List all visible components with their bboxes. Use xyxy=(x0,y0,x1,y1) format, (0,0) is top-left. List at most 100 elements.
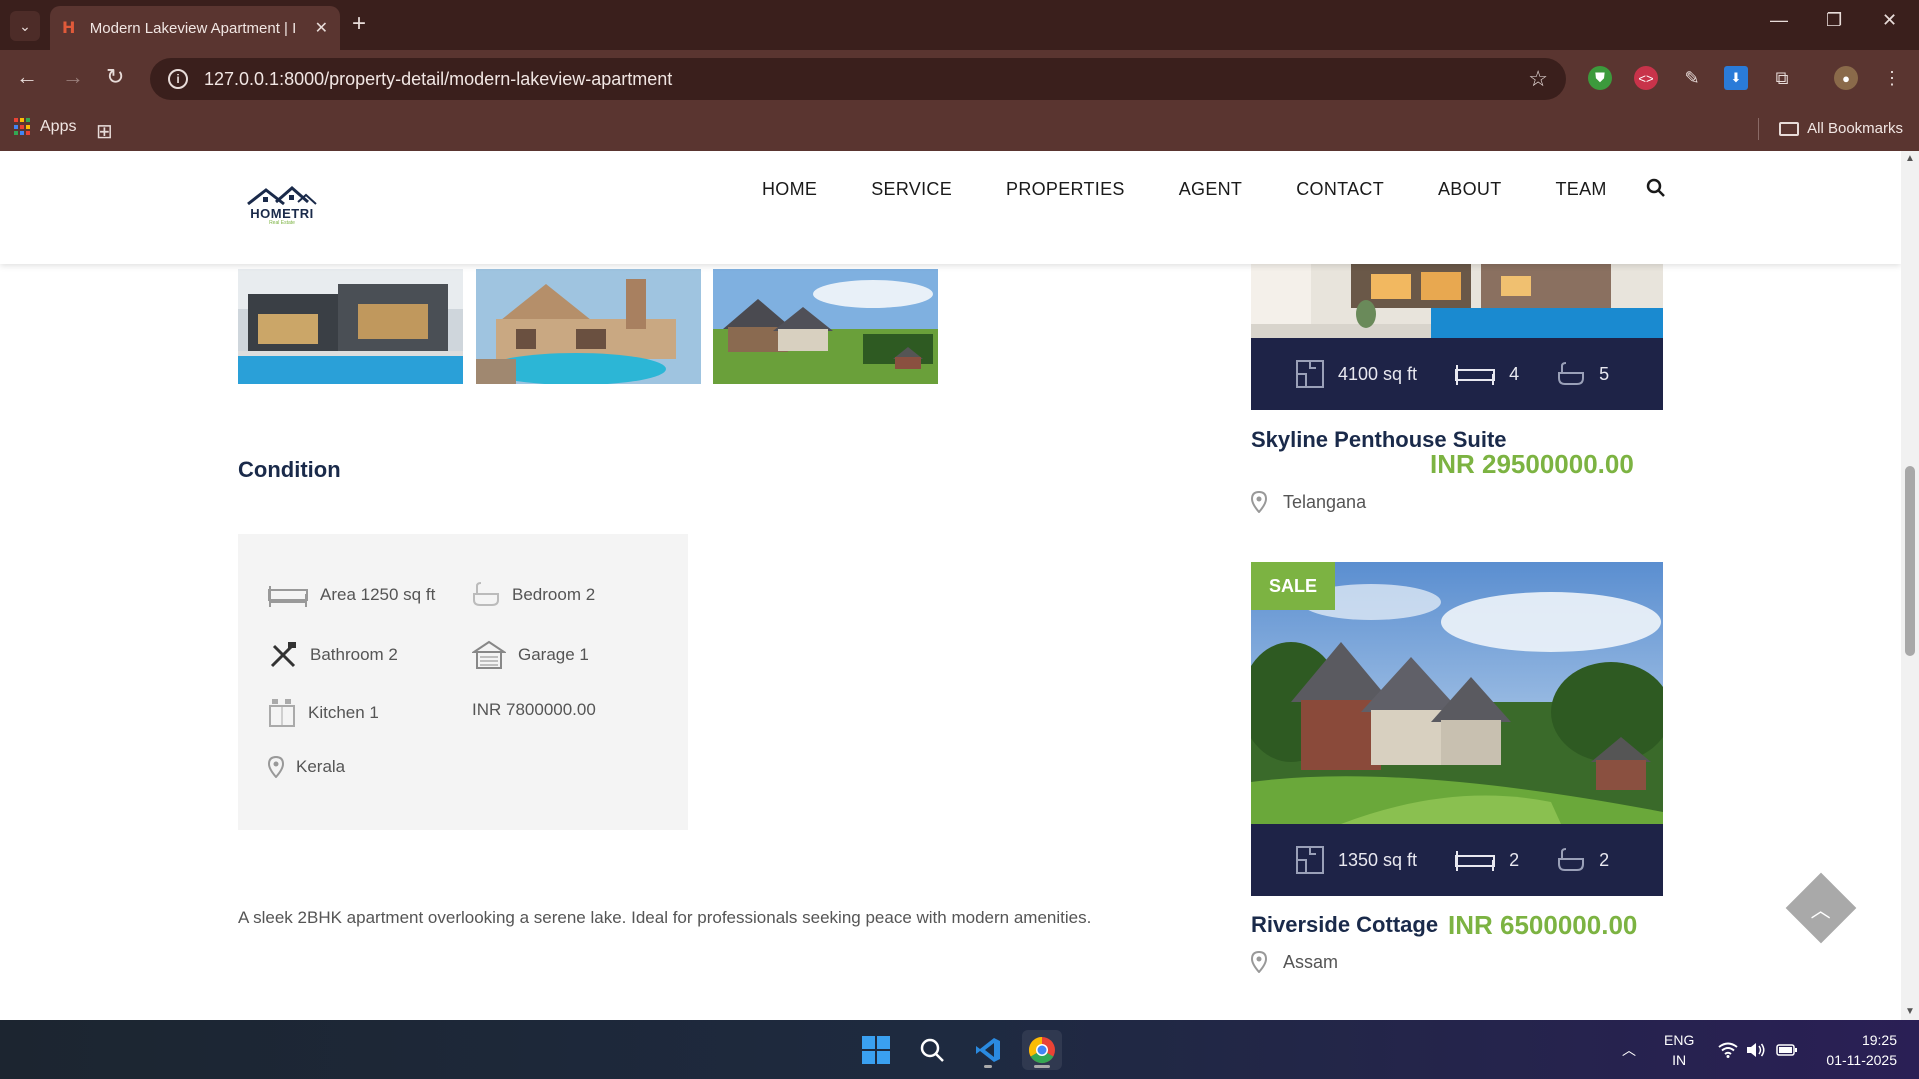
card-baths-stat: 2 xyxy=(1557,848,1609,872)
nav-team[interactable]: TEAM xyxy=(1556,179,1607,200)
card-title-riverside[interactable]: Riverside Cottage xyxy=(1251,912,1438,938)
scrollbar-thumb[interactable] xyxy=(1905,466,1915,656)
card-stats-skyline: 4100 sq ft 4 5 xyxy=(1251,338,1663,410)
card-area-label: 1350 sq ft xyxy=(1338,849,1418,870)
wifi-icon[interactable] xyxy=(1718,1020,1738,1079)
tab-title: Modern Lakeview Apartment | I xyxy=(89,19,297,37)
scroll-down-arrow-icon[interactable]: ▼ xyxy=(1905,1006,1915,1017)
system-clock[interactable]: 19:25 01-11-2025 xyxy=(1826,1030,1897,1070)
floorplan-icon xyxy=(1296,360,1324,388)
all-bookmarks-button[interactable]: All Bookmarks xyxy=(1779,120,1903,137)
vscode-taskbar-icon[interactable] xyxy=(968,1030,1008,1070)
clock-date: 01-11-2025 xyxy=(1826,1052,1897,1068)
download-extension-icon[interactable]: ⬇ xyxy=(1724,66,1748,90)
browser-tab-bar: ⌄ H Modern Lakeview Apartment | I ✕ + — … xyxy=(0,0,1919,50)
house-roof-logo-icon xyxy=(247,186,317,206)
bathroom-label: Bathroom 2 xyxy=(310,645,398,664)
logo-subtext: Real Estate xyxy=(269,220,295,226)
page-viewport: Condition Area 1250 sq ft Bedroom 2 Bath… xyxy=(0,151,1901,1020)
clock-time: 19:25 xyxy=(1861,1032,1897,1048)
eyedropper-extension-icon[interactable]: ✎ xyxy=(1680,66,1704,90)
bedroom-label: Bedroom 2 xyxy=(512,585,596,604)
price-label: INR 7800000.00 xyxy=(472,700,596,719)
condition-price: INR 7800000.00 xyxy=(472,700,596,720)
lang-line-2: IN xyxy=(1672,1052,1687,1068)
volume-icon[interactable] xyxy=(1746,1020,1766,1079)
site-info-icon[interactable]: i xyxy=(168,69,188,89)
card-area-stat: 4100 sq ft xyxy=(1296,360,1417,388)
card-location-skyline: Telangana xyxy=(1251,491,1366,513)
back-arrow-icon[interactable]: ← xyxy=(16,64,38,90)
reload-icon[interactable]: ↻ xyxy=(106,64,124,90)
browser-tab-active[interactable]: H Modern Lakeview Apartment | I ✕ xyxy=(50,6,340,50)
bathtub-icon xyxy=(473,582,499,606)
map-pin-icon xyxy=(1251,951,1267,973)
address-bar[interactable]: i 127.0.0.1:8000/property-detail/modern-… xyxy=(150,58,1566,100)
battery-icon[interactable] xyxy=(1776,1020,1798,1079)
window-close-icon[interactable]: ✕ xyxy=(1882,10,1897,31)
tab-close-icon[interactable]: ✕ xyxy=(315,18,328,38)
minimize-icon[interactable]: — xyxy=(1770,10,1788,31)
card-baths-label: 5 xyxy=(1599,363,1610,384)
card-location-riverside: Assam xyxy=(1251,951,1338,973)
lang-line-1: ENG xyxy=(1664,1032,1695,1048)
tab-groups-grid-icon[interactable]: ⊞ xyxy=(96,119,113,144)
garage-icon xyxy=(472,640,506,669)
apps-label: Apps xyxy=(40,118,77,135)
chevron-up-icon: ︿ xyxy=(1811,899,1831,922)
chrome-menu-icon[interactable]: ⋮ xyxy=(1880,66,1904,90)
gallery-thumbnail-3[interactable] xyxy=(713,269,938,384)
property-description: A sleek 2BHK apartment overlooking a ser… xyxy=(238,908,1092,927)
site-header: HOMETRI Real Estate HOME SERVICE PROPERT… xyxy=(0,151,1901,264)
profile-avatar[interactable]: ● xyxy=(1834,66,1858,90)
kitchen-label: Kitchen 1 xyxy=(308,703,379,722)
tray-overflow-chevron-icon[interactable]: ︿ xyxy=(1622,1020,1636,1079)
restore-icon[interactable]: ❐ xyxy=(1826,10,1842,31)
back-to-top-button[interactable]: ︿ xyxy=(1785,872,1857,944)
condition-location: Kerala xyxy=(268,756,345,778)
bookmark-star-icon[interactable]: ☆ xyxy=(1528,66,1548,92)
input-language-indicator[interactable]: ENG IN xyxy=(1664,1030,1694,1070)
card-location-label: Telangana xyxy=(1283,491,1367,512)
bed-icon xyxy=(1455,365,1496,385)
windows-start-icon[interactable] xyxy=(856,1030,896,1070)
kitchen-icon xyxy=(269,699,295,727)
apps-bookmark[interactable]: Apps xyxy=(14,118,76,136)
new-tab-plus-icon[interactable]: + xyxy=(352,10,366,38)
gallery-thumbnail-1[interactable] xyxy=(238,269,463,384)
nav-about[interactable]: ABOUT xyxy=(1438,179,1502,200)
page-scrollbar[interactable]: ▲ ▼ xyxy=(1901,151,1919,1020)
card-baths-label: 2 xyxy=(1599,849,1610,870)
nav-home[interactable]: HOME xyxy=(762,179,817,200)
devtools-extension-icon[interactable]: <> xyxy=(1634,66,1658,90)
card-beds-label: 4 xyxy=(1509,363,1520,384)
shield-extension-icon[interactable]: ⛊ xyxy=(1588,66,1612,90)
tab-search-chevron-icon[interactable]: ⌄ xyxy=(10,11,40,41)
nav-properties[interactable]: PROPERTIES xyxy=(1006,179,1125,200)
card-price-riverside: INR 6500000.00 xyxy=(1448,910,1638,940)
card-stats-riverside: 1350 sq ft 2 2 xyxy=(1251,824,1663,896)
condition-kitchen: Kitchen 1 xyxy=(268,698,379,728)
card-beds-label: 2 xyxy=(1509,849,1520,870)
floorplan-icon xyxy=(1296,846,1324,874)
garage-label: Garage 1 xyxy=(518,645,589,664)
card-area-stat: 1350 sq ft xyxy=(1296,846,1417,874)
gallery-thumbnail-2[interactable] xyxy=(476,269,701,384)
extensions-puzzle-icon[interactable]: ⧉ xyxy=(1770,66,1794,90)
folder-icon xyxy=(1779,121,1800,136)
nav-service[interactable]: SERVICE xyxy=(871,179,952,200)
card-beds-stat: 2 xyxy=(1455,848,1519,872)
card-image-skyline[interactable] xyxy=(1251,264,1663,338)
chrome-taskbar-icon[interactable] xyxy=(1022,1030,1062,1070)
browser-toolbar: ← → ↻ i 127.0.0.1:8000/property-detail/m… xyxy=(0,50,1919,108)
site-logo[interactable]: HOMETRI Real Estate xyxy=(246,184,318,228)
card-price-skyline: INR 29500000.00 xyxy=(1430,449,1634,479)
taskbar-search-icon[interactable] xyxy=(912,1030,952,1070)
nav-agent[interactable]: AGENT xyxy=(1179,179,1243,200)
forward-arrow-icon[interactable]: → xyxy=(62,64,84,90)
sale-badge: SALE xyxy=(1251,562,1335,610)
scroll-up-arrow-icon[interactable]: ▲ xyxy=(1905,153,1915,164)
search-icon[interactable] xyxy=(1646,178,1666,198)
nav-contact[interactable]: CONTACT xyxy=(1296,179,1384,200)
url-text[interactable]: 127.0.0.1:8000/property-detail/modern-la… xyxy=(204,69,1528,90)
